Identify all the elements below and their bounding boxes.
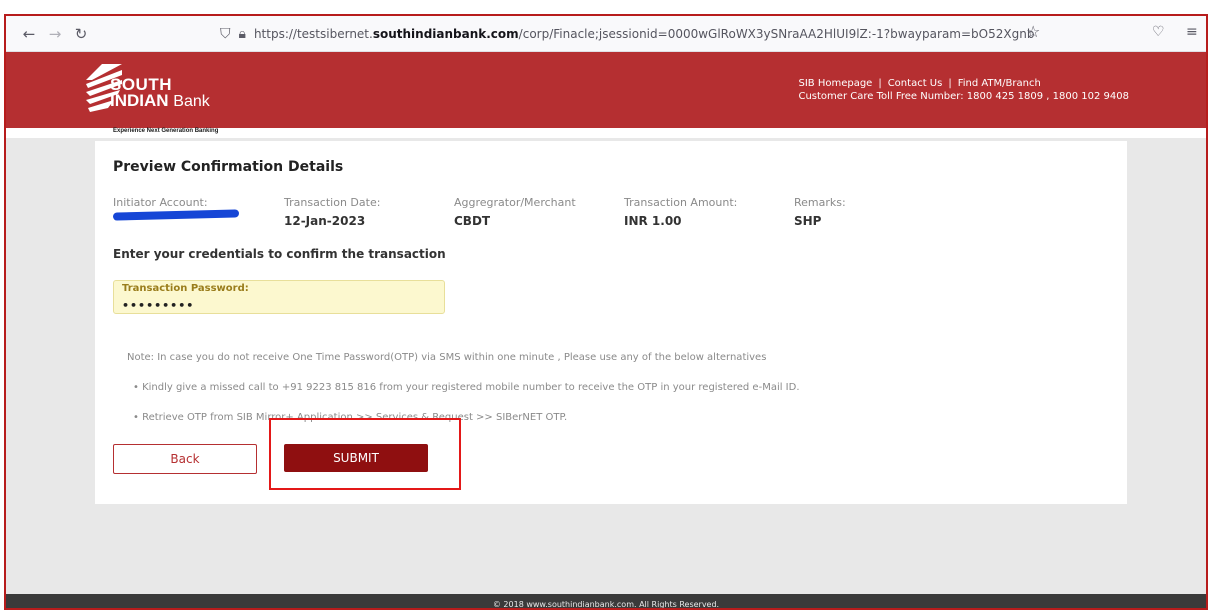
screenshot-frame [4,14,1208,610]
